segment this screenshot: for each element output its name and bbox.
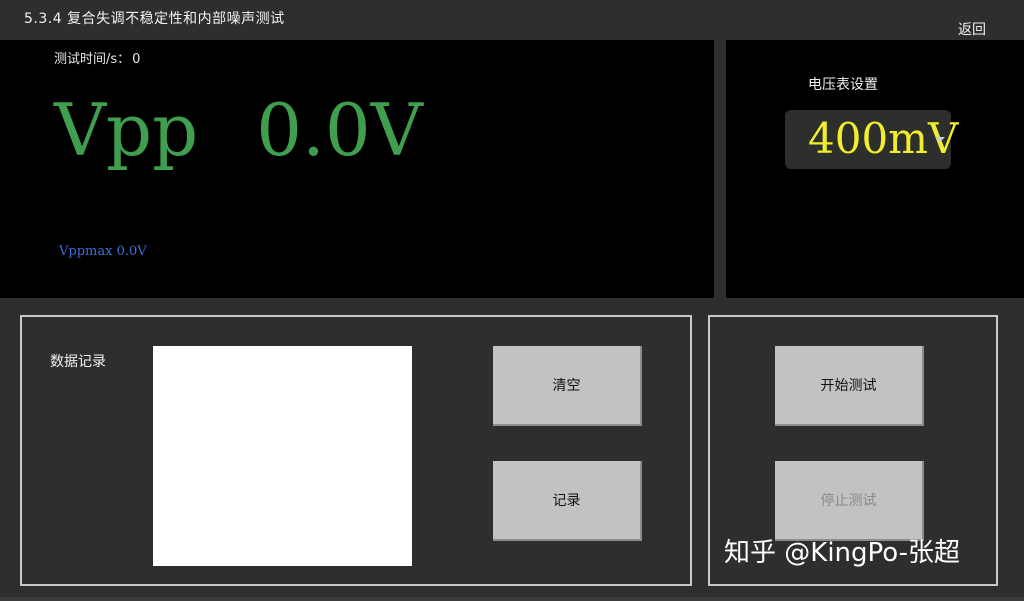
stop-test-button[interactable]: 停止测试 <box>775 461 924 541</box>
data-record-label: 数据记录 <box>50 354 106 370</box>
test-time-label: 测试时间/s： <box>54 52 131 67</box>
page-title: 5.3.4 复合失调不稳定性和内部噪声测试 <box>24 11 285 27</box>
test-time-value: 0 <box>132 52 141 67</box>
test-time-readout: 测试时间/s： 0 <box>54 48 140 67</box>
vpp-value: 0.0V <box>256 88 423 172</box>
vpp-readout: Vpp 0.0V <box>54 86 423 174</box>
start-test-button[interactable]: 开始测试 <box>775 346 924 426</box>
back-button[interactable]: 返回 <box>958 19 986 39</box>
data-record-list[interactable] <box>153 346 412 566</box>
chevron-down-icon[interactable] <box>935 137 945 142</box>
vpp-label: Vpp <box>54 88 199 172</box>
clear-button[interactable]: 清空 <box>493 346 642 426</box>
vppmax-readout: Vppmax 0.0V <box>59 244 147 259</box>
bottom-divider <box>0 597 1024 601</box>
watermark: 知乎 @KingPo-张超 <box>724 538 961 568</box>
record-button[interactable]: 记录 <box>493 461 642 541</box>
voltmeter-settings-label: 电压表设置 <box>808 77 878 93</box>
